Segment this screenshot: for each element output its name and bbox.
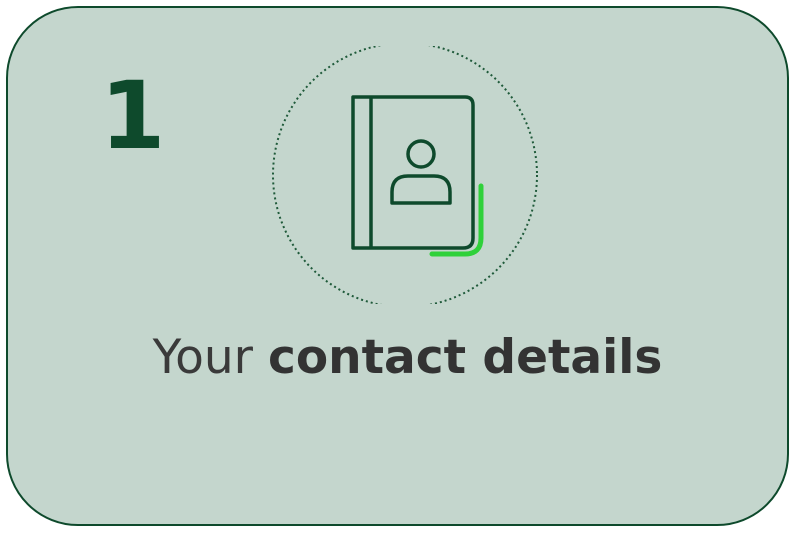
address-book-icon (272, 46, 538, 304)
title-bold-text: contact details (267, 330, 663, 385)
icon-container (270, 46, 540, 304)
person-head (406, 139, 436, 169)
card-title: Your contact details (8, 330, 799, 386)
step-number: 1 (100, 62, 166, 171)
title-regular-text: Your (152, 330, 253, 385)
contact-details-card[interactable]: 1 Your contact details (6, 6, 789, 526)
person-body (390, 174, 452, 205)
